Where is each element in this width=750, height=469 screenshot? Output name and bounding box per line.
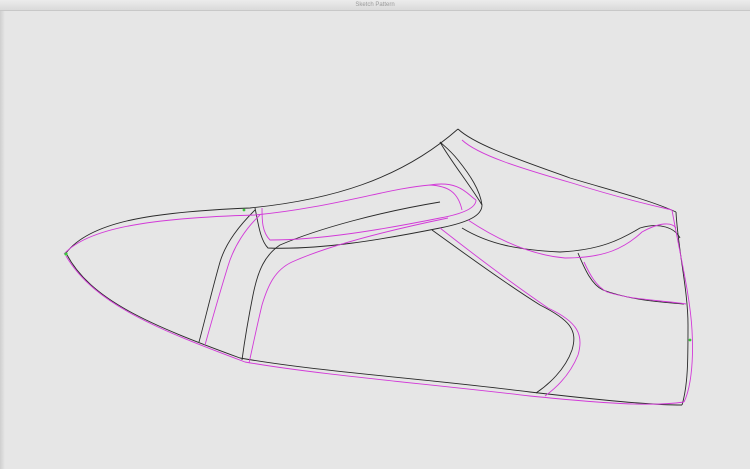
lace-panel-offset bbox=[261, 199, 477, 241]
heel-counter-outline bbox=[577, 252, 685, 305]
outline-layer bbox=[65, 128, 689, 406]
window-title: Sketch Pattern bbox=[355, 2, 395, 8]
quarter-panel-outline bbox=[431, 229, 575, 394]
offset-layer bbox=[63, 139, 693, 405]
title-bar[interactable]: Sketch Pattern bbox=[0, 0, 750, 11]
lace-panel-outline bbox=[254, 141, 483, 249]
tongue-outline bbox=[439, 141, 483, 206]
heel-counter-offset bbox=[583, 261, 687, 305]
control-point-toe bbox=[64, 252, 68, 256]
heel-offset bbox=[671, 209, 693, 403]
upper-top-offset bbox=[63, 184, 463, 255]
sole-offset bbox=[65, 255, 685, 405]
collar-curve-offset bbox=[467, 219, 677, 259]
control-point-markers[interactable] bbox=[64, 208, 692, 342]
drawing-canvas[interactable] bbox=[0, 11, 750, 469]
quarter-panel-offset bbox=[439, 227, 581, 397]
sole-outline bbox=[65, 252, 683, 406]
upper-top-outline bbox=[65, 128, 459, 254]
shoe-sketch[interactable] bbox=[0, 11, 750, 469]
collar-top-offset bbox=[461, 139, 673, 211]
toe-cap-offset bbox=[204, 214, 261, 346]
control-point-vamp bbox=[242, 208, 246, 212]
control-point-heel bbox=[688, 338, 692, 342]
app-window: Sketch Pattern bbox=[0, 0, 750, 469]
collar-top-outline bbox=[457, 128, 677, 213]
